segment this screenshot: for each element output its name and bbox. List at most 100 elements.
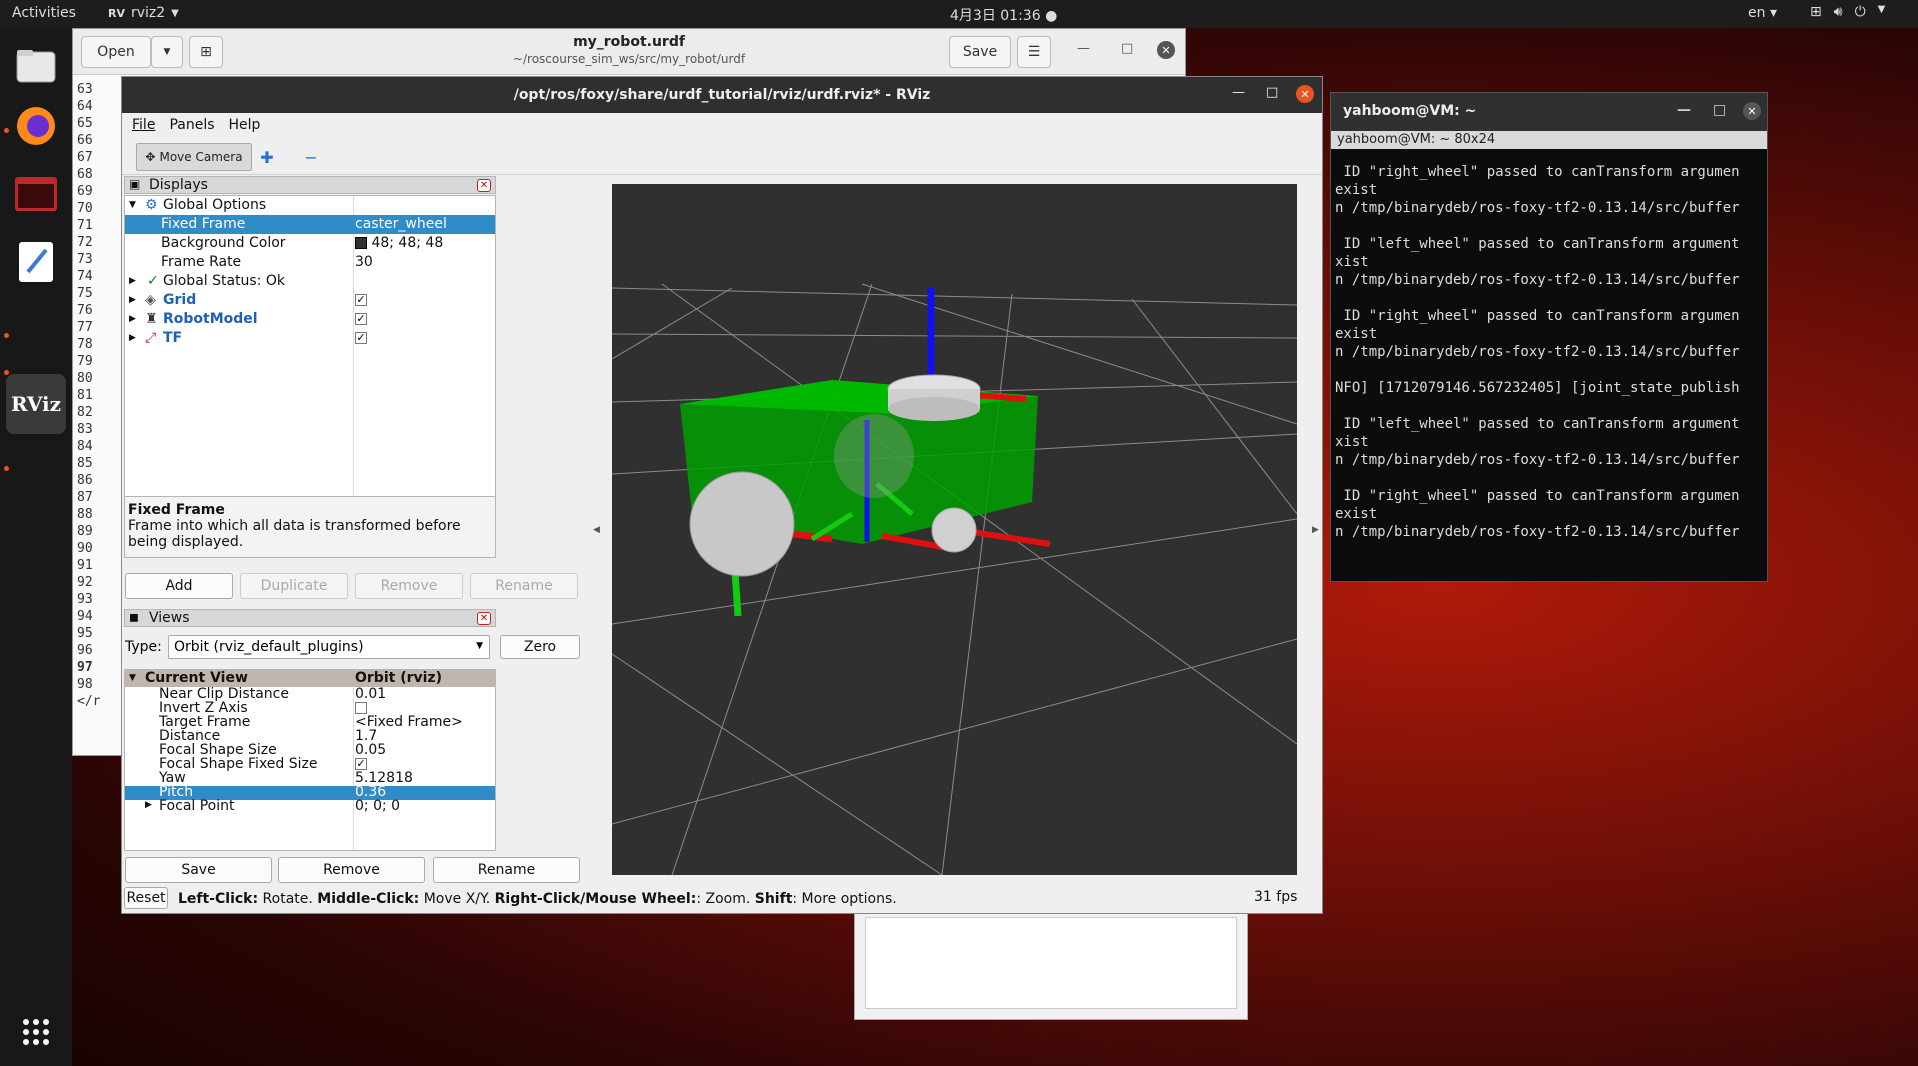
expand-arrow-icon[interactable]: ▶ [129, 295, 136, 305]
dock: RViz [0, 28, 72, 1066]
terminal-launcher[interactable] [12, 170, 60, 218]
show-apps-button[interactable] [12, 1008, 60, 1056]
background-color-value[interactable]: 48; 48; 48 [355, 235, 443, 251]
menu-help[interactable]: Help [229, 117, 261, 133]
text-editor-launcher[interactable] [12, 238, 60, 286]
remove-view-label: Remove [323, 862, 380, 878]
clock[interactable]: 4月3日 01:36 ● [950, 5, 1057, 25]
close-icon[interactable]: ✕ [477, 612, 491, 625]
view-property-value[interactable]: 0; 0; 0 [355, 798, 400, 814]
view-type-select[interactable]: Orbit (rviz_default_plugins) ▼ [168, 635, 490, 659]
maximize-icon[interactable]: □ [1121, 41, 1133, 56]
robotmodel-enabled-checkbox[interactable]: ✓ [355, 311, 367, 327]
minimize-icon[interactable]: — [1677, 102, 1691, 118]
tree-row-global-options[interactable]: ▼ ⚙ Global Options [125, 196, 495, 215]
checkbox-checked: ✓ [355, 293, 367, 306]
scene-render [611, 283, 1298, 876]
gear-icon: ⚙ [145, 197, 158, 213]
minimize-icon[interactable]: — [1077, 41, 1090, 56]
tree-row-fixed-frame[interactable]: Fixed Frame caster_wheel [125, 215, 495, 234]
top-bar: Activities RV rviz2 ▼ 4月3日 01:36 ● en ▾ … [0, 0, 1918, 28]
terminal-output[interactable]: ID "right_wheel" passed to canTransform … [1331, 149, 1767, 581]
rename-display-button[interactable]: Rename [470, 573, 578, 599]
grid-enabled-checkbox[interactable]: ✓ [355, 292, 367, 308]
rename-view-button[interactable]: Rename [433, 857, 580, 883]
activities-button[interactable]: Activities [12, 5, 76, 21]
collapse-right-arrow-icon[interactable]: ▶ [1312, 525, 1319, 535]
rename-view-label: Rename [477, 862, 536, 878]
3d-viewport[interactable] [611, 184, 1298, 876]
terminal-tab[interactable]: yahboom@VM: ~ 80x24 [1331, 131, 1767, 149]
expand-arrow-icon[interactable]: ▼ [129, 200, 136, 210]
duplicate-display-button[interactable]: Duplicate [240, 573, 348, 599]
tree-row-frame-rate[interactable]: Frame Rate 30 [125, 253, 495, 272]
menu-file[interactable]: File [132, 117, 155, 133]
remove-view-button[interactable]: Remove [278, 857, 425, 883]
fps-counter: 31 fps [1254, 889, 1298, 905]
rviz-window: /opt/ros/foxy/share/urdf_tutorial/rviz/u… [121, 76, 1323, 914]
maximize-icon[interactable]: □ [1266, 85, 1278, 100]
tree-row-global-status[interactable]: ▶ ✓ Global Status: Ok [125, 272, 495, 291]
rviz-launcher[interactable]: RViz [6, 374, 66, 434]
view-property-label: Focal Point [159, 798, 235, 814]
remove-tool-button[interactable]: − [300, 143, 322, 171]
remove-display-button[interactable]: Remove [355, 573, 463, 599]
global-status-label: Global Status: Ok [163, 273, 286, 289]
line-number: 80 [77, 371, 93, 386]
tree-row-background-color[interactable]: Background Color 48; 48; 48 [125, 234, 495, 253]
tree-row-robotmodel[interactable]: ▶ ♜ RobotModel ✓ [125, 310, 495, 329]
view-type-label: Type: [125, 639, 162, 655]
fixed-frame-value[interactable]: caster_wheel [355, 216, 447, 232]
terminal-line: ID "right_wheel" passed to canTransform … [1335, 488, 1740, 504]
hamburger-menu-button[interactable]: ☰ [1017, 36, 1051, 68]
tf-enabled-checkbox[interactable]: ✓ [355, 330, 367, 346]
background-dialog [854, 912, 1248, 1020]
line-number: 86 [77, 473, 93, 488]
rviz-titlebar: /opt/ros/foxy/share/urdf_tutorial/rviz/u… [122, 77, 1322, 113]
move-camera-tool[interactable]: ✥ Move Camera [136, 143, 252, 171]
close-icon[interactable]: ✕ [1296, 85, 1314, 103]
tree-row-current-view[interactable]: ▼ Current View Orbit (rviz) [125, 670, 495, 687]
close-icon[interactable]: ✕ [1743, 102, 1761, 120]
tree-row-grid[interactable]: ▶ ◈ Grid ✓ [125, 291, 495, 310]
color-swatch [355, 237, 367, 249]
close-icon[interactable]: ✕ [477, 179, 491, 192]
views-tree[interactable]: ▼ Current View Orbit (rviz) Near Clip Di… [124, 669, 496, 851]
expand-arrow-icon[interactable]: ▶ [129, 276, 136, 286]
zero-button[interactable]: Zero [500, 635, 580, 659]
menu-panels[interactable]: Panels [169, 117, 214, 133]
language-indicator[interactable]: en ▾ [1748, 5, 1777, 21]
grid-label: Grid [163, 292, 197, 308]
firefox-launcher[interactable] [12, 102, 60, 150]
check-icon: ✓ [147, 273, 159, 289]
app-menu[interactable]: RV rviz2 ▼ [108, 5, 179, 21]
expand-arrow-icon[interactable]: ▶ [129, 333, 136, 343]
tree-row-tf[interactable]: ▶ ⤢ TF ✓ [125, 329, 495, 348]
editor-header: Open ▼ ⊞ my_robot.urdf ~/roscourse_sim_w… [73, 29, 1185, 75]
view-property-row[interactable]: Focal Point ▶ 0; 0; 0 [125, 798, 495, 814]
line-number: 90 [77, 541, 93, 556]
frame-rate-value[interactable]: 30 [355, 254, 373, 270]
minimize-icon[interactable]: — [1232, 85, 1245, 100]
terminal-title: yahboom@VM: ~ [1343, 103, 1477, 119]
middle-click-key: Middle-Click: [317, 891, 420, 907]
save-view-button[interactable]: Save [125, 857, 272, 883]
close-icon[interactable]: ✕ [1157, 41, 1175, 59]
tf-label: TF [163, 330, 183, 346]
expand-arrow-icon[interactable]: ▼ [129, 673, 136, 683]
reset-button[interactable]: Reset [124, 887, 168, 909]
expand-arrow-icon[interactable]: ▶ [145, 800, 152, 810]
volume-icon: 🔊︎ [1833, 4, 1843, 20]
collapse-left-arrow-icon[interactable]: ◀ [593, 525, 600, 535]
system-tray[interactable]: ⊞ 🔊︎ ⏻ ▼ [1810, 4, 1885, 20]
terminal-icon [15, 177, 57, 211]
save-button[interactable]: Save [949, 36, 1011, 68]
expand-arrow-icon[interactable]: ▶ [129, 314, 136, 324]
add-tool-button[interactable]: ✚ [256, 143, 278, 171]
displays-tree[interactable]: ▼ ⚙ Global Options Fixed Frame caster_wh… [124, 195, 496, 508]
maximize-icon[interactable]: □ [1713, 102, 1726, 118]
add-display-button[interactable]: Add [125, 573, 233, 599]
firefox-icon [17, 107, 55, 145]
files-launcher[interactable] [12, 42, 60, 90]
